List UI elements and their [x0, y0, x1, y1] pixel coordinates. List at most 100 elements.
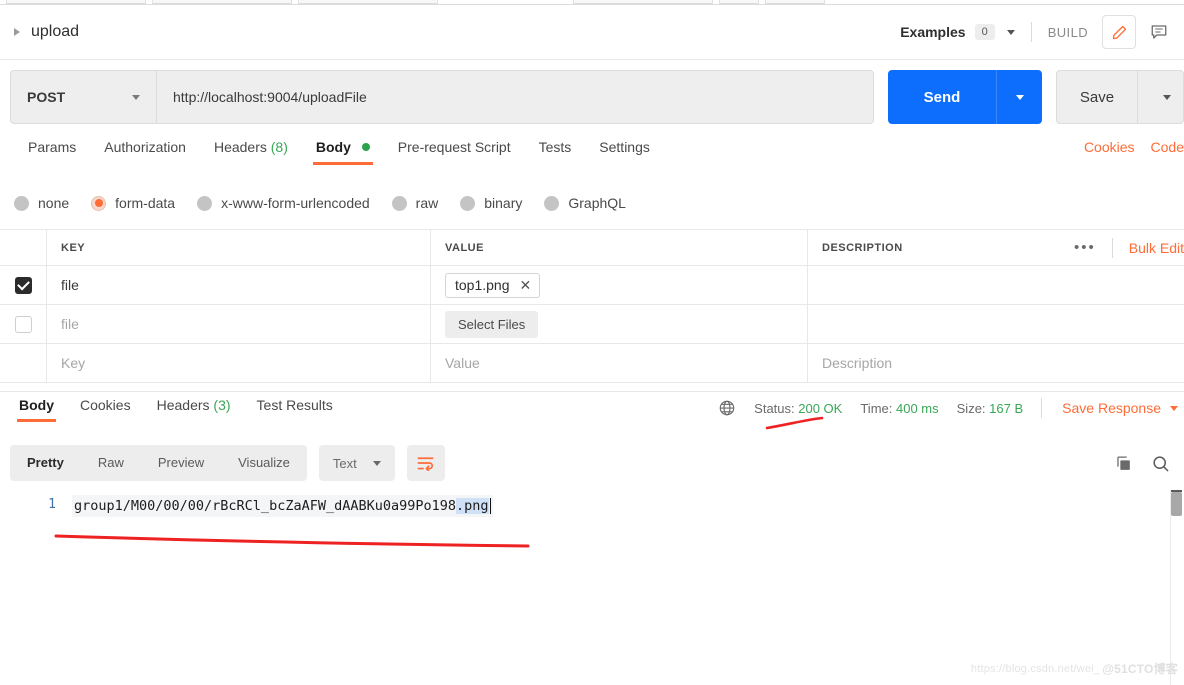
tab-label: Settings	[599, 139, 650, 155]
response-body-line[interactable]: group1/M00/00/00/rBcRCl_bcZaAFW_dAABKu0a…	[72, 495, 494, 517]
body-type-form-data[interactable]: form-data	[91, 195, 175, 211]
row-checkbox[interactable]	[0, 305, 47, 343]
cookies-link[interactable]: Cookies	[1084, 139, 1135, 155]
select-files-button[interactable]: Select Files	[445, 310, 539, 338]
request-tabs-right-links: Cookies Code	[1084, 136, 1184, 155]
examples-label[interactable]: Examples	[900, 24, 965, 40]
radio-label: x-www-form-urlencoded	[221, 195, 370, 211]
row-value-placeholder: Value	[445, 355, 480, 371]
table-row[interactable]: file Select Files	[0, 305, 1184, 344]
radio-label: raw	[415, 195, 439, 211]
http-method-select[interactable]: POST	[10, 70, 156, 124]
response-tab-test-results[interactable]: Test Results	[244, 392, 346, 426]
body-type-x-www-form-urlencoded[interactable]: x-www-form-urlencoded	[197, 195, 370, 211]
triangle-right-icon[interactable]	[14, 28, 20, 36]
header-key-cell: KEY	[47, 230, 431, 265]
row-key-input[interactable]: Key	[47, 344, 431, 382]
table-row[interactable]: file top1.png ✕	[0, 266, 1184, 305]
comment-icon[interactable]	[1142, 15, 1176, 49]
row-key-cell[interactable]: file	[47, 266, 431, 304]
response-tab-cookies[interactable]: Cookies	[67, 392, 144, 426]
tab-settings[interactable]: Settings	[585, 136, 664, 169]
column-header-value: VALUE	[445, 241, 484, 254]
row-key-placeholder: Key	[61, 355, 86, 371]
save-options-button[interactable]	[1138, 70, 1184, 124]
row-value-input[interactable]: Value	[431, 344, 808, 382]
time-meta: Time: 400 ms	[860, 401, 938, 416]
http-method-value: POST	[27, 89, 66, 105]
response-headers-count: (3)	[213, 397, 231, 413]
time-label: Time:	[860, 400, 893, 416]
copy-icon[interactable]	[1114, 454, 1133, 473]
viewer-mode-preview[interactable]: Preview	[141, 445, 221, 481]
chevron-down-icon[interactable]	[1170, 405, 1178, 411]
row-checkbox[interactable]	[0, 266, 47, 304]
row-value-cell[interactable]: top1.png ✕	[431, 266, 808, 304]
chevron-down-icon[interactable]	[132, 94, 140, 100]
response-body-viewer[interactable]: 1 group1/M00/00/00/rBcRCl_bcZaAFW_dAABKu…	[0, 490, 1184, 685]
save-button[interactable]: Save	[1056, 70, 1138, 124]
size-value: 167 B	[989, 400, 1024, 416]
bulk-edit-link[interactable]: Bulk Edit	[1129, 240, 1184, 256]
body-type-raw[interactable]: raw	[391, 195, 439, 211]
response-viewer-toolbar: Pretty Raw Preview Visualize Text	[10, 443, 1184, 483]
response-tab-body[interactable]: Body	[6, 392, 67, 426]
body-type-graphql[interactable]: GraphQL	[544, 195, 626, 211]
scrollbar-thumb[interactable]	[1171, 492, 1182, 516]
word-wrap-icon[interactable]	[406, 445, 445, 481]
send-options-button[interactable]	[996, 70, 1042, 124]
tab-label: Headers	[213, 139, 267, 155]
table-row[interactable]: Key Value Description	[0, 344, 1184, 383]
send-button-group: Send	[888, 70, 1042, 124]
viewer-mode-pretty[interactable]: Pretty	[10, 445, 81, 481]
chevron-down-icon	[1015, 94, 1024, 100]
watermark-url: https://blog.csdn.net/wei_	[970, 662, 1101, 675]
radio-icon	[197, 195, 213, 211]
build-label[interactable]: BUILD	[1048, 25, 1088, 40]
row-value-cell[interactable]: Select Files	[431, 305, 808, 343]
viewer-mode-visualize[interactable]: Visualize	[221, 445, 307, 481]
radio-label: form-data	[115, 195, 176, 211]
chevron-down-icon	[1162, 94, 1171, 100]
radio-icon-selected	[91, 195, 107, 211]
tab-tests[interactable]: Tests	[525, 136, 586, 169]
response-format-select[interactable]: Text	[318, 445, 395, 481]
row-checkbox-empty	[0, 344, 47, 382]
row-key-cell[interactable]: file	[47, 305, 431, 343]
response-tab-headers[interactable]: Headers (3)	[144, 392, 244, 426]
code-link[interactable]: Code	[1151, 139, 1184, 155]
request-header-bar: upload Examples 0 BUILD	[0, 5, 1184, 60]
ellipsis-icon[interactable]: •••	[1074, 239, 1096, 256]
row-description-cell[interactable]	[808, 266, 1184, 304]
file-chip[interactable]: top1.png ✕	[445, 272, 541, 298]
line-number-gutter: 1	[0, 490, 70, 512]
row-description-input[interactable]: Description	[808, 344, 1184, 382]
close-icon[interactable]: ✕	[520, 277, 532, 294]
tab-authorization[interactable]: Authorization	[90, 136, 200, 169]
tab-label: Body	[19, 397, 54, 413]
chevron-down-icon[interactable]	[1006, 29, 1015, 35]
viewer-mode-raw[interactable]: Raw	[81, 445, 141, 481]
file-chip-label: top1.png	[455, 277, 510, 293]
pencil-icon[interactable]	[1102, 15, 1136, 49]
globe-icon	[718, 399, 736, 417]
text-caret	[489, 498, 492, 514]
row-key-value: file	[61, 316, 79, 332]
breadcrumb[interactable]: upload	[14, 23, 79, 41]
tab-params[interactable]: Params	[14, 136, 90, 169]
column-header-description: DESCRIPTION	[822, 241, 903, 254]
divider	[1111, 237, 1113, 258]
save-response-button[interactable]: Save Response	[1062, 400, 1161, 416]
tab-pre-request-script[interactable]: Pre-request Script	[384, 136, 525, 169]
header-description-cell: DESCRIPTION ••• Bulk Edit	[808, 230, 1184, 265]
examples-count-badge: 0	[974, 24, 995, 40]
send-button[interactable]: Send	[888, 70, 996, 124]
tab-headers[interactable]: Headers (8)	[200, 136, 302, 169]
url-input[interactable]: http://localhost:9004/uploadFile	[156, 70, 874, 124]
row-description-cell[interactable]	[808, 305, 1184, 343]
body-type-binary[interactable]: binary	[460, 195, 522, 211]
body-type-none[interactable]: none	[14, 195, 69, 211]
status-value: 200 OK	[798, 400, 843, 416]
tab-body[interactable]: Body	[302, 136, 384, 169]
search-icon[interactable]	[1151, 454, 1170, 473]
